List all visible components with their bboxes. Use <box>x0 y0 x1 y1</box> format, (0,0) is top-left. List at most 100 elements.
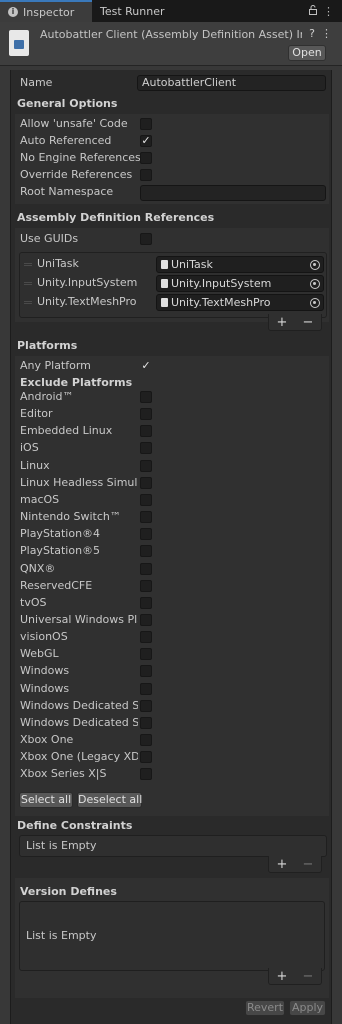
override-references-toggle[interactable] <box>140 169 152 181</box>
define-constraints-list: List is Empty <box>19 835 327 857</box>
platform-label: PlayStation®5 <box>20 544 101 557</box>
object-picker-icon[interactable] <box>310 279 320 289</box>
lock-icon[interactable] <box>309 4 317 18</box>
add-version-define-button[interactable]: + <box>277 969 288 984</box>
platform-toggle[interactable] <box>140 391 152 403</box>
platform-label: Linux Headless Simulation <box>20 476 138 489</box>
tab-test-runner[interactable]: Test Runner <box>92 0 188 22</box>
reference-label: Unity.TextMeshPro <box>37 295 137 308</box>
use-guids-label: Use GUIDs <box>20 232 79 245</box>
allow-unsafe-toggle[interactable] <box>140 118 152 130</box>
platform-toggle[interactable] <box>140 477 152 489</box>
platform-toggle[interactable] <box>140 580 152 592</box>
inspector-header: Autobattler Client (Assembly Definition … <box>0 22 342 66</box>
object-picker-icon[interactable] <box>310 260 320 270</box>
root-namespace-field[interactable] <box>140 185 326 201</box>
platform-toggle[interactable] <box>140 631 152 643</box>
platform-label: QNX® <box>20 562 56 575</box>
platform-toggle[interactable] <box>140 734 152 746</box>
name-label: Name <box>20 76 53 89</box>
allow-unsafe-label: Allow 'unsafe' Code <box>20 117 128 130</box>
platform-label: Universal Windows Platform <box>20 613 138 626</box>
platform-toggle[interactable] <box>140 511 152 523</box>
platform-label: ReservedCFE <box>20 579 93 592</box>
assembly-definition-icon <box>9 30 29 56</box>
list-item: Unity.TextMeshPro Unity.TextMeshPro <box>20 293 326 312</box>
platform-toggle[interactable] <box>140 442 152 454</box>
tab-inspector[interactable]: i Inspector <box>0 0 92 22</box>
version-defines-empty: List is Empty <box>26 929 97 942</box>
define-constraints-empty: List is Empty <box>26 839 97 852</box>
inspector-content: Name AutobattlerClient General Options A… <box>10 70 332 1024</box>
override-references-label: Override References <box>20 168 133 181</box>
platform-toggle[interactable] <box>140 528 152 540</box>
root-namespace-label: Root Namespace <box>20 185 114 198</box>
platform-label: Xbox Series X|S <box>20 767 107 780</box>
reference-object-field[interactable]: Unity.TextMeshPro <box>156 294 324 311</box>
list-item: UniTask UniTask <box>20 255 326 274</box>
reference-label: UniTask <box>37 257 79 270</box>
any-platform-label: Any Platform <box>20 359 91 372</box>
remove-version-define-button[interactable]: − <box>303 969 314 984</box>
add-reference-button[interactable]: + <box>277 315 288 330</box>
asset-file-icon <box>161 298 168 307</box>
open-button[interactable]: Open <box>288 45 326 61</box>
use-guids-toggle[interactable] <box>140 233 152 245</box>
asset-file-icon <box>161 260 168 269</box>
platform-toggle[interactable] <box>140 700 152 712</box>
platform-toggle[interactable] <box>140 425 152 437</box>
platform-toggle[interactable] <box>140 768 152 780</box>
no-engine-references-toggle[interactable] <box>140 152 152 164</box>
select-all-button[interactable]: Select all <box>19 792 73 808</box>
reference-value: UniTask <box>171 258 213 271</box>
reference-label: Unity.InputSystem <box>37 276 138 289</box>
remove-reference-button[interactable]: − <box>303 315 314 330</box>
references-list-footer: + − <box>268 314 322 331</box>
add-constraint-button[interactable]: + <box>277 857 288 872</box>
platform-label: Windows <box>20 682 70 695</box>
platform-toggle[interactable] <box>140 408 152 420</box>
platform-label: Windows Dedicated Server <box>20 716 138 729</box>
help-icon[interactable]: ? <box>309 27 315 40</box>
define-constraints-title: Define Constraints <box>17 819 133 832</box>
remove-constraint-button[interactable]: − <box>303 857 314 872</box>
platform-label: Editor <box>20 407 53 420</box>
more-menu-icon[interactable]: ⋮ <box>323 5 334 18</box>
platform-toggle[interactable] <box>140 648 152 660</box>
settings-icon[interactable]: ⋮ <box>321 27 332 40</box>
platform-toggle[interactable] <box>140 563 152 575</box>
reference-object-field[interactable]: UniTask <box>156 256 324 273</box>
platform-toggle[interactable] <box>140 717 152 729</box>
deselect-all-button[interactable]: Deselect all <box>77 792 142 808</box>
drag-handle-icon[interactable] <box>24 282 32 285</box>
platform-label: Linux <box>20 459 50 472</box>
reference-value: Unity.InputSystem <box>171 277 272 290</box>
reference-object-field[interactable]: Unity.InputSystem <box>156 275 324 292</box>
no-engine-references-label: No Engine References <box>20 151 141 164</box>
version-defines-footer: + − <box>268 968 322 985</box>
platform-toggle[interactable] <box>140 460 152 472</box>
platform-toggle[interactable] <box>140 545 152 557</box>
platform-toggle[interactable] <box>140 494 152 506</box>
asset-title: Autobattler Client (Assembly Definition … <box>40 28 302 41</box>
any-platform-toggle[interactable]: ✓ <box>140 360 152 372</box>
platform-toggle[interactable] <box>140 614 152 626</box>
tab-inspector-label: Inspector <box>23 5 75 19</box>
revert-button[interactable]: Revert <box>245 1000 285 1016</box>
object-picker-icon[interactable] <box>310 298 320 308</box>
name-field[interactable]: AutobattlerClient <box>137 75 326 91</box>
apply-button[interactable]: Apply <box>289 1000 326 1016</box>
platforms-title: Platforms <box>17 339 78 352</box>
reference-value: Unity.TextMeshPro <box>171 296 271 309</box>
platform-toggle[interactable] <box>140 751 152 763</box>
assembly-references-list: UniTask UniTask Unity.InputSystem Unity.… <box>19 252 327 318</box>
platform-toggle[interactable] <box>140 597 152 609</box>
platform-toggle[interactable] <box>140 683 152 695</box>
auto-referenced-toggle[interactable]: ✓ <box>140 135 152 147</box>
drag-handle-icon[interactable] <box>24 301 32 304</box>
platform-label: Nintendo Switch™ <box>20 510 121 523</box>
version-defines-title: Version Defines <box>20 885 117 898</box>
drag-handle-icon[interactable] <box>24 263 32 266</box>
platform-toggle[interactable] <box>140 665 152 677</box>
tab-test-runner-label: Test Runner <box>100 4 165 18</box>
